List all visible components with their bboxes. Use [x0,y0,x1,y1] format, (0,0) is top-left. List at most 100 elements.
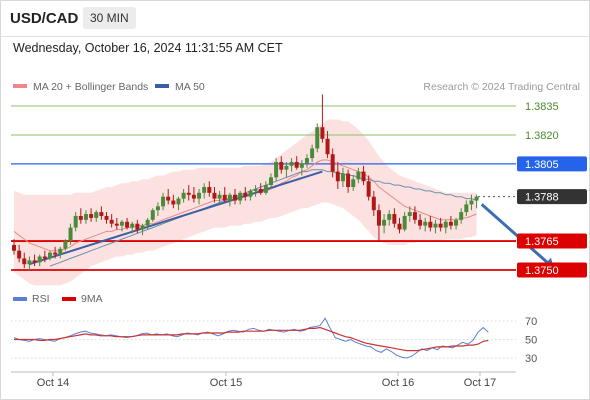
level-label: 1.3765 [525,236,559,248]
candle-body [438,223,443,228]
rsi-legend-label: RSI [32,293,50,305]
candle-body [27,260,32,265]
candle-body [448,221,453,226]
candle-body [135,223,140,230]
candle-body [238,192,243,201]
candle-body [258,188,263,193]
candle-body [279,161,284,170]
candle-body [94,212,99,218]
candle-body [412,212,417,220]
candle-body [335,171,340,182]
candle-body [53,252,58,255]
candle-body [32,260,37,263]
level-label: 1.3788 [525,192,559,204]
candle-body [320,127,325,139]
candle-body [202,187,207,193]
candle-body [428,221,433,228]
candle-body [114,223,119,226]
ma20-legend-swatch [13,84,27,88]
candle-body [12,244,16,251]
candle-body [181,192,186,199]
candle-body [150,210,155,220]
rsi-tick-label: 70 [525,316,537,328]
rsi-legend-swatch [13,297,27,301]
candle-body [145,219,150,226]
candle-body [474,196,479,201]
candle [150,208,155,222]
candle-body [274,161,279,178]
candle-body [402,215,407,230]
candle-body [263,185,268,193]
level-label: 1.3820 [525,130,559,142]
candle-body [233,194,238,201]
x-axis-label: Oct 16 [382,377,414,389]
bollinger-band [14,119,477,286]
level-label: 1.3750 [525,265,559,277]
price-chart[interactable]: MA 20 + Bollinger Bands MA 50 Research ©… [0,0,590,400]
price-legend: MA 20 + Bollinger Bands MA 50 Research ©… [13,81,580,93]
candle-body [17,250,22,259]
candle-body [346,173,351,188]
ma50-legend-swatch [155,84,169,88]
candle-body [222,194,227,201]
candle-body [217,194,222,199]
candle-body [294,161,299,168]
candle-body [325,138,330,155]
candle-body [284,165,289,170]
candle-body [161,196,166,207]
candle-body [58,248,63,255]
candle-body [310,148,315,159]
candle-body [253,188,258,191]
x-axis-label: Oct 17 [464,377,496,389]
candle-body [197,192,202,199]
candle-body [376,210,381,226]
candle-body [269,177,273,186]
candle-body [382,219,387,226]
candle-body [418,219,423,226]
candle-body [397,223,402,230]
level-label: 1.3835 [525,101,559,113]
candle-body [68,227,73,242]
candle-body [243,192,248,197]
projection-arrow [480,203,548,264]
candle-body [371,196,376,211]
candle-body [304,158,309,164]
candle-body [104,215,109,220]
candle-body [125,221,130,228]
candle-body [387,214,392,220]
candle-body [42,256,47,259]
candle-body [315,127,320,149]
candle-body [130,223,135,228]
rsi-ma-legend-swatch [62,297,76,301]
candle-body [248,190,253,197]
candle [320,94,325,143]
candle-body [289,161,294,166]
candle-body [89,214,94,218]
candle-body [22,258,27,265]
candle-body [361,171,366,182]
candle-body [407,212,412,216]
candle-body [330,154,335,172]
rsi-legend: RSI 9MA [13,293,103,305]
candle-body [119,221,124,226]
candle-body [99,212,104,216]
candle-body [78,215,83,220]
candle-body [37,256,42,263]
candle-body [366,181,371,197]
candle-body [176,198,181,205]
candle-body [392,214,397,224]
candle-body [454,219,459,226]
candle-body [443,221,448,228]
rsi-line [13,317,489,359]
candle-body [171,200,176,205]
candle-body [63,241,68,249]
ma20-legend-label: MA 20 + Bollinger Bands [33,81,148,93]
candle-body [83,214,88,220]
candle-body [212,192,217,199]
level-label: 1.3805 [525,159,559,171]
candle-body [469,200,474,205]
candle [315,123,320,153]
candle-body [155,206,160,211]
candle-body [351,179,356,188]
candle-body [191,194,196,199]
